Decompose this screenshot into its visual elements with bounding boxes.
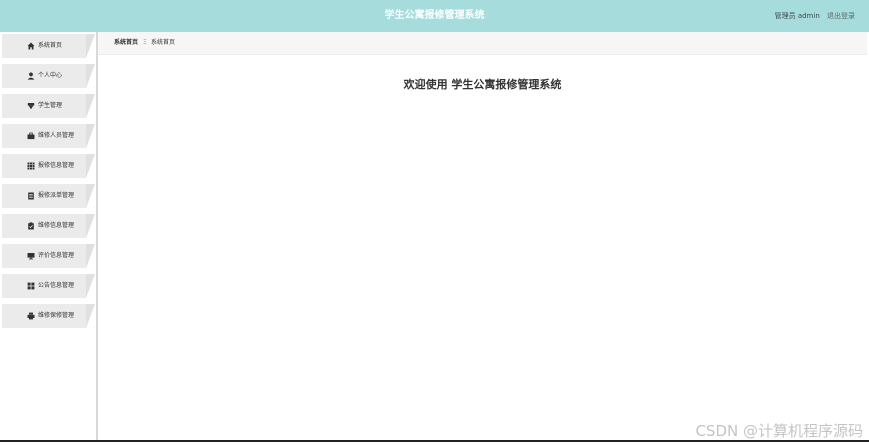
sidebar-item-repair-staff[interactable]: 维修人员管理 bbox=[2, 124, 95, 148]
watermark: CSDN @计算机程序源码 bbox=[695, 422, 863, 440]
sidebar-item-dispatch[interactable]: 报修派单管理 bbox=[2, 184, 95, 208]
briefcase-icon bbox=[27, 132, 35, 140]
home-icon bbox=[27, 42, 35, 50]
sidebar-item-warranty[interactable]: 维修保修管理 bbox=[2, 304, 95, 328]
sidebar-item-students[interactable]: 学生管理 bbox=[2, 94, 95, 118]
sidebar: 系统首页 个人中心 学生管理 维修人员管理 报修信息管理 报修派单管理 维修信息… bbox=[0, 32, 98, 440]
monitor-icon bbox=[27, 252, 35, 260]
apps-icon bbox=[27, 282, 35, 290]
sidebar-item-profile[interactable]: 个人中心 bbox=[2, 64, 95, 88]
user-icon bbox=[27, 72, 35, 80]
logout-link[interactable]: 退出登录 bbox=[827, 12, 855, 20]
user-area: 管理员 admin 退出登录 bbox=[775, 0, 855, 32]
sidebar-item-label: 评价信息管理 bbox=[38, 252, 75, 259]
breadcrumb-root[interactable]: 系统首页 bbox=[114, 32, 138, 54]
main-content: 系统首页 Ξ 系统首页 欢迎使用 学生公寓报修管理系统 bbox=[98, 32, 867, 440]
clipboard-icon bbox=[27, 222, 35, 230]
role-label: 管理员 bbox=[774, 12, 796, 20]
sidebar-item-label: 公告信息管理 bbox=[38, 282, 75, 289]
breadcrumb-separator: Ξ bbox=[143, 39, 147, 46]
sidebar-item-label: 系统首页 bbox=[38, 42, 63, 49]
sidebar-item-label: 学生管理 bbox=[38, 102, 63, 109]
breadcrumb-current: 系统首页 bbox=[151, 39, 176, 46]
breadcrumb: 系统首页 Ξ 系统首页 bbox=[98, 32, 867, 55]
sidebar-item-repair-info[interactable]: 报修信息管理 bbox=[2, 154, 95, 178]
sidebar-item-evaluations[interactable]: 评价信息管理 bbox=[2, 244, 95, 268]
app-title: 学生公寓报修管理系统 bbox=[384, 10, 485, 21]
sidebar-item-label: 报修信息管理 bbox=[38, 162, 75, 169]
document-icon bbox=[27, 192, 35, 200]
sidebar-item-label: 个人中心 bbox=[38, 72, 63, 79]
sidebar-item-label: 维修人员管理 bbox=[38, 132, 75, 139]
sidebar-item-announcements[interactable]: 公告信息管理 bbox=[2, 274, 95, 298]
top-header: 学生公寓报修管理系统 管理员 admin 退出登录 bbox=[0, 0, 869, 32]
bottom-divider bbox=[0, 440, 869, 442]
sidebar-item-home[interactable]: 系统首页 bbox=[2, 34, 95, 58]
sidebar-item-label: 报修派单管理 bbox=[38, 192, 75, 199]
username: admin bbox=[797, 12, 820, 20]
student-icon bbox=[27, 102, 35, 110]
printer-icon bbox=[27, 312, 35, 320]
welcome-heading: 欢迎使用 学生公寓报修管理系统 bbox=[403, 78, 562, 91]
sidebar-item-label: 维修信息管理 bbox=[38, 222, 75, 229]
sidebar-item-maintenance[interactable]: 维修信息管理 bbox=[2, 214, 95, 238]
grid-icon bbox=[27, 162, 35, 170]
sidebar-item-label: 维修保修管理 bbox=[38, 312, 75, 319]
